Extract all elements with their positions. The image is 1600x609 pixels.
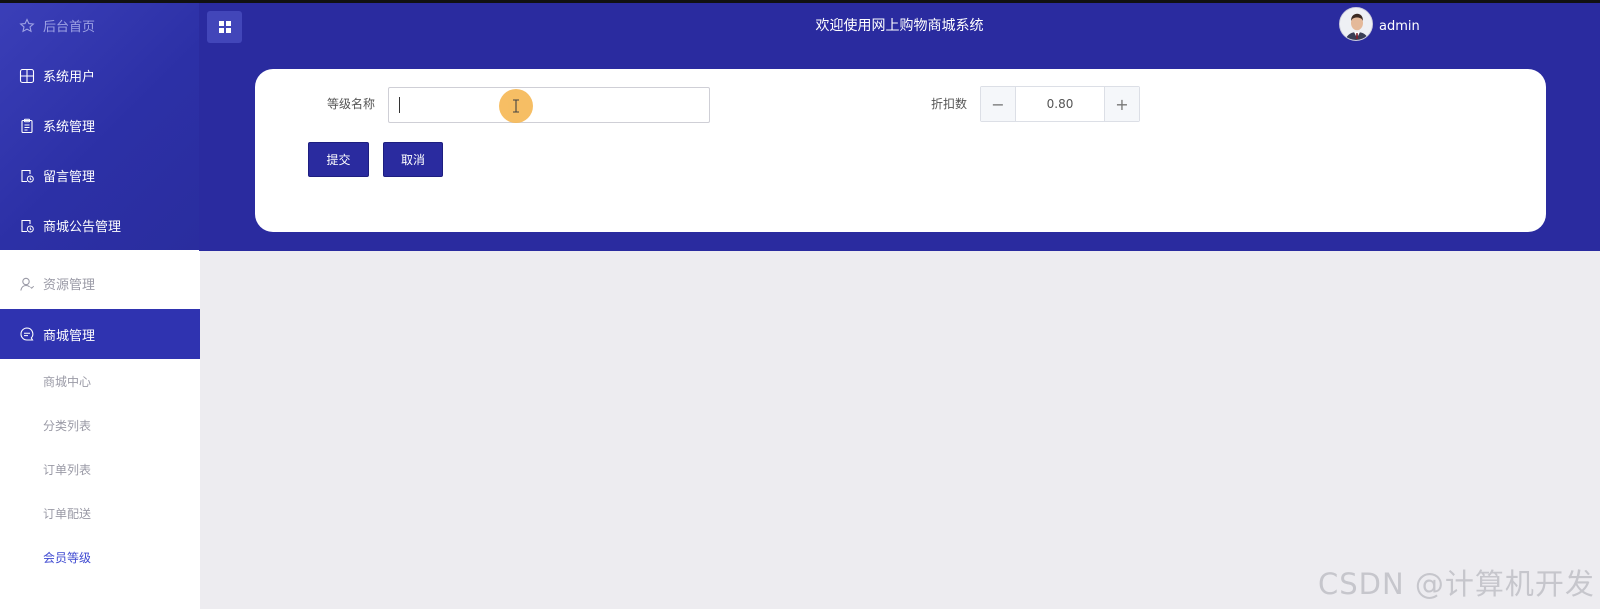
subitem-label: 分类列表 [43, 418, 92, 433]
sidebar-item-resources[interactable]: 资源管理 [0, 259, 200, 308]
avatar[interactable] [1339, 7, 1373, 41]
document-clock-icon [18, 167, 36, 185]
chat-icon [18, 325, 36, 343]
sidebar-item-announcements[interactable]: 商城公告管理 [0, 201, 200, 250]
increment-button[interactable]: + [1104, 87, 1139, 121]
user-icon [18, 275, 36, 293]
sidebar-item-mall-management[interactable]: 商城管理 [0, 309, 200, 359]
discount-value[interactable]: 0.80 [1016, 87, 1104, 121]
sidebar-item-home[interactable]: 后台首页 [0, 1, 200, 50]
sidebar-subitem-category-list[interactable]: 分类列表 [0, 403, 200, 447]
subitem-label: 商城中心 [43, 374, 92, 389]
subitem-label: 会员等级 [43, 550, 92, 565]
document-clock-icon [18, 217, 36, 235]
sidebar-subitem-order-delivery[interactable]: 订单配送 [0, 491, 200, 535]
sidebar: 后台首页 系统用户 系统管理 留言管理 商城公告管理 资源管理 商城管理 商城中… [0, 0, 200, 609]
sidebar-item-label: 资源管理 [43, 278, 96, 293]
discount-label: 折扣数 [931, 97, 968, 111]
discount-stepper[interactable]: − 0.80 + [980, 86, 1140, 122]
sidebar-item-label: 后台首页 [43, 20, 96, 35]
submit-button[interactable]: 提交 [308, 142, 369, 177]
star-icon [18, 17, 36, 35]
mouse-cursor-highlight [499, 89, 533, 123]
sidebar-subitem-mall-center[interactable]: 商城中心 [0, 359, 200, 403]
sidebar-subitem-order-list[interactable]: 订单列表 [0, 447, 200, 491]
watermark: CSDN @计算机开发 [1318, 567, 1595, 601]
level-name-label: 等级名称 [327, 97, 376, 111]
top-edge [0, 0, 1600, 3]
sidebar-item-label: 系统用户 [43, 70, 96, 85]
sidebar-item-label: 留言管理 [43, 170, 96, 185]
sidebar-item-system-management[interactable]: 系统管理 [0, 101, 200, 150]
sidebar-item-label: 系统管理 [43, 120, 96, 135]
sidebar-item-label: 商城管理 [43, 328, 96, 344]
text-cursor-icon [513, 99, 519, 113]
grid-icon [18, 67, 36, 85]
level-name-input[interactable] [388, 87, 710, 123]
sidebar-subitem-member-level[interactable]: 会员等级 [0, 535, 200, 579]
clipboard-icon [18, 117, 36, 135]
cancel-button[interactable]: 取消 [383, 142, 443, 177]
sidebar-item-label: 商城公告管理 [43, 220, 122, 235]
text-caret [399, 97, 400, 113]
user-portrait-icon [1340, 8, 1372, 40]
subitem-label: 订单列表 [43, 462, 92, 477]
decrement-button[interactable]: − [981, 87, 1016, 121]
sidebar-item-messages[interactable]: 留言管理 [0, 151, 200, 200]
member-level-form: 等级名称 折扣数 − 0.80 + 提交 取消 [255, 69, 1546, 232]
username[interactable]: admin [1379, 19, 1420, 34]
sidebar-item-system-users[interactable]: 系统用户 [0, 51, 200, 100]
subitem-label: 订单配送 [43, 506, 92, 521]
